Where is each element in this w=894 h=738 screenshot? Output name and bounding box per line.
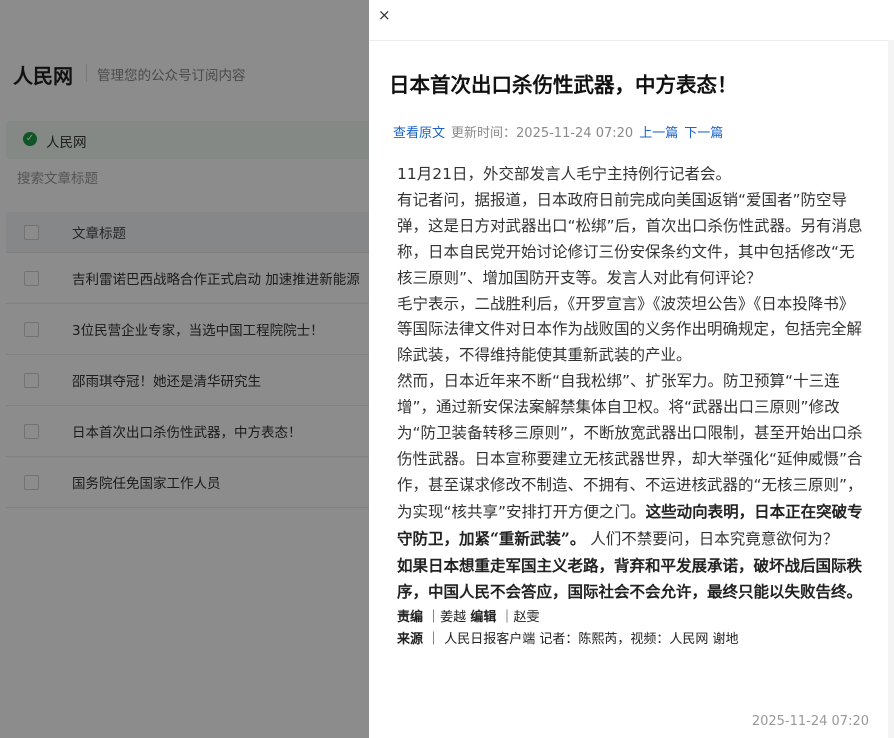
article-drawer: × 日本首次出口杀伤性武器，中方表态！ 查看原文 更新时间：2025-11-24 … xyxy=(369,0,894,738)
update-label: 更新时间： xyxy=(451,126,517,141)
update-time: 2025-11-24 07:20 xyxy=(516,126,634,141)
credit-label: 来源 xyxy=(397,632,424,648)
prev-article-link[interactable]: 上一篇 xyxy=(639,126,678,141)
paragraph-text: 人们不禁要问，日本究竟意欲何为？ xyxy=(590,529,839,548)
editor-name: 姜越 xyxy=(440,610,467,626)
scrollbar[interactable] xyxy=(888,40,894,738)
next-article-link[interactable]: 下一篇 xyxy=(684,126,723,141)
view-original-link[interactable]: 查看原文 xyxy=(393,126,445,141)
footer-time: 2025-11-24 07:20 xyxy=(751,714,869,729)
article-title: 日本首次出口杀伤性武器，中方表态！ xyxy=(389,73,738,97)
credit-label: 责编 xyxy=(397,610,424,626)
drawer-topbar: × xyxy=(369,0,894,41)
paragraph-text: 然而，日本近年来不断“自我松绑”、扩张军力。防卫预算“十三连增”，通过新安保法案… xyxy=(397,372,863,521)
article-meta: 查看原文 更新时间：2025-11-24 07:20 上一篇 下一篇 xyxy=(393,122,723,141)
article-paragraph: 有记者问，据报道，日本政府日前完成向美国返销“爱国者”防空导弹，这是日方对武器出… xyxy=(397,190,863,287)
credit-label: 编辑 xyxy=(470,610,497,626)
editor-name: 赵雯 xyxy=(513,610,540,626)
credits-source: 来源 ｜ 人民日报客户端 记者：陈熙芮，视频：人民网 谢地 xyxy=(397,632,739,648)
closing-statement: 如果日本想重走军国主义老路，背弃和平发展承诺，破坏战后国际秩序，中国人民不会答应… xyxy=(397,555,863,601)
article-credits: 责编 ｜姜越 编辑 ｜赵雯 来源 ｜ 人民日报客户端 记者：陈熙芮，视频：人民网… xyxy=(397,607,865,651)
credits-editors: 责编 ｜姜越 编辑 ｜赵雯 xyxy=(397,610,540,626)
article-paragraph: 毛宁表示，二战胜利后，《开罗宣言》《波茨坦公告》《日本投降书》等国际法律文件对日… xyxy=(397,294,863,365)
article-paragraph: 11月21日，外交部发言人毛宁主持例行记者会。 xyxy=(397,165,731,183)
source-text: 人民日报客户端 记者：陈熙芮，视频：人民网 谢地 xyxy=(444,632,739,648)
close-icon[interactable]: × xyxy=(378,6,391,24)
article-paragraph: 然而，日本近年来不断“自我松绑”、扩张军力。防卫预算“十三连增”，通过新安保法案… xyxy=(397,369,865,552)
article-content: 11月21日，外交部发言人毛宁主持例行记者会。 有记者问，据报道，日本政府日前完… xyxy=(397,162,865,651)
